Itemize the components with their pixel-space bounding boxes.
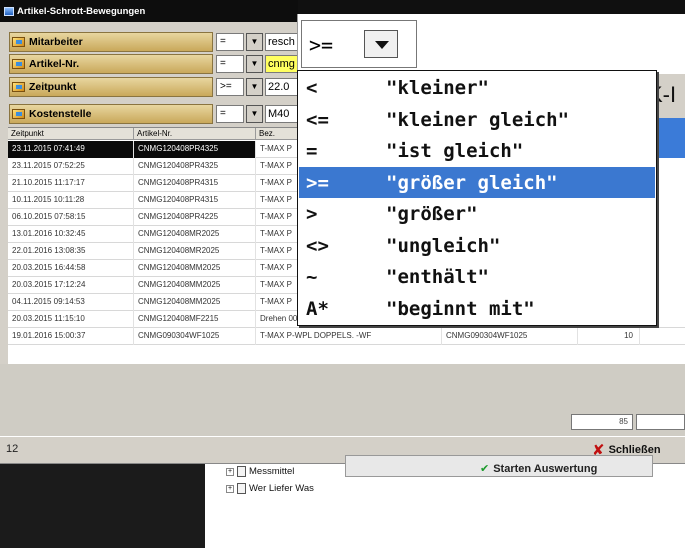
table-cell-zeit: 13.01.2016 10:32:45 (8, 226, 134, 243)
record-count: 85 (571, 414, 633, 430)
tree-item[interactable]: + Wer Liefer Was (226, 483, 314, 494)
filter-icon (12, 82, 25, 92)
operator-combobox[interactable]: >= (301, 20, 417, 68)
table-cell-artikel: CNMG120408MR2025 (134, 226, 256, 243)
option-symbol: > (306, 203, 318, 225)
window-title: Artikel-Schrott-Bewegungen (17, 5, 146, 17)
dropdown-value-field[interactable] (420, 22, 685, 68)
table-cell-artikel: CNMG120408PR4325 (134, 158, 256, 175)
document-icon (237, 483, 246, 494)
filter-row-artikel: Artikel-Nr. = ▼ cnmg (9, 54, 305, 75)
table-cell-artikel: CNMG120408MM2025 (134, 294, 256, 311)
chevron-down-icon[interactable]: ▼ (246, 55, 263, 73)
option-symbol: ~ (306, 266, 318, 288)
chevron-down-icon[interactable] (364, 30, 398, 58)
operator-current-value: >= (309, 33, 334, 57)
start-analysis-button[interactable]: ✔ Starten Auswertung (480, 462, 597, 476)
option-symbol: = (306, 140, 318, 162)
filter-label: Zeitpunkt (9, 77, 213, 97)
option-label: "ungleich" (386, 234, 501, 257)
option-label: "enthält" (386, 266, 489, 288)
table-row[interactable]: 19.01.2016 15:00:37 CNMG090304WF1025 T-MAX… (8, 328, 685, 345)
table-cell-zeit: 21.10.2015 11:17:17 (8, 175, 134, 192)
filter-operator[interactable]: = (216, 55, 244, 73)
table-cell-artikel: CNMG120408PR4315 (134, 175, 256, 192)
dropdown-option[interactable]: > "größer" (299, 198, 655, 229)
document-icon (237, 466, 246, 477)
table-cell-zeit: 20.03.2015 17:12:24 (8, 277, 134, 294)
table-cell-artikel: CNMG120408PR4325 (134, 141, 256, 158)
filter-operator[interactable]: >= (216, 78, 244, 96)
option-label: "größer" (386, 203, 478, 225)
table-cell-extra: CNMG090304WF1025 (442, 328, 578, 345)
dropdown-option[interactable]: <> "ungleich" (299, 230, 655, 261)
table-cell-zeit: 04.11.2015 09:14:53 (8, 294, 134, 311)
check-icon: ✔ (480, 463, 490, 475)
option-symbol: <= (306, 108, 329, 131)
tree-item[interactable]: + Messmittel (226, 466, 294, 477)
chevron-down-icon[interactable]: ▼ (246, 105, 263, 123)
background-dark-area (0, 464, 205, 548)
chevron-down-icon[interactable]: ▼ (246, 33, 263, 51)
filter-label: Mitarbeiter (9, 32, 213, 52)
table-cell-artikel: CNMG120408MM2025 (134, 277, 256, 294)
dropdown-option[interactable]: A* "beginnt mit" (299, 293, 655, 324)
chevron-down-icon[interactable]: ▼ (246, 78, 263, 96)
dropdown-option[interactable]: = "ist gleich" (299, 135, 655, 166)
filter-row-zeitpunkt: Zeitpunkt >= ▼ 22.0 (9, 77, 305, 98)
dropdown-option[interactable]: ~ "enthält" (299, 261, 655, 292)
table-cell-zeit: 19.01.2016 15:00:37 (8, 328, 134, 345)
option-label: "ist gleich" (386, 140, 524, 162)
record-count-extra (636, 414, 685, 430)
filter-row-mitarbeiter: Mitarbeiter = ▼ resch (9, 32, 305, 53)
table-cell-zeit: 20.03.2015 11:15:10 (8, 311, 134, 328)
app-icon (4, 6, 14, 16)
option-symbol: <> (306, 234, 329, 257)
option-label: "größer gleich" (386, 171, 558, 194)
table-cell-artikel: CNMG120408MF2215 (134, 311, 256, 328)
table-cell-zeit: 23.11.2015 07:52:25 (8, 158, 134, 175)
filter-label: Artikel-Nr. (9, 54, 213, 74)
table-cell-artikel: CNMG120408PR4225 (134, 209, 256, 226)
footer-number: 12 (6, 443, 19, 455)
option-label: "kleiner" (386, 77, 489, 99)
table-cell-zeit: 20.03.2015 16:44:58 (8, 260, 134, 277)
table-cell-artikel: CNMG120408PR4315 (134, 192, 256, 209)
column-header-artikel[interactable]: Artikel-Nr. (134, 128, 256, 140)
filter-icon (12, 37, 25, 47)
table-cell-artikel: CNMG120408MR2025 (134, 243, 256, 260)
top-dark-strip (298, 0, 685, 14)
option-label: "beginnt mit" (386, 297, 535, 320)
filter-icon (12, 109, 25, 119)
expand-icon: + (226, 484, 234, 493)
table-cell-zeit: 22.01.2016 13:08:35 (8, 243, 134, 260)
filter-row-kostenstelle: Kostenstelle = ▼ M40 (9, 104, 305, 125)
option-symbol: >= (306, 171, 329, 194)
operator-dropdown-list[interactable]: < "kleiner" <= "kleiner gleich" = "ist gleich… (297, 70, 657, 326)
option-symbol: < (306, 77, 318, 99)
table-cell-bez: T-MAX P-WPL DOPPELS. -WF (256, 328, 442, 345)
option-symbol: A* (306, 297, 329, 320)
dropdown-option[interactable]: < "kleiner" (299, 72, 655, 103)
window-titlebar: Artikel-Schrott-Bewegungen (0, 0, 298, 22)
table-cell-zeit: 10.11.2015 10:11:28 (8, 192, 134, 209)
table-cell-zeit: 23.11.2015 07:41:49 (8, 141, 134, 158)
option-label: "kleiner gleich" (386, 108, 570, 131)
filter-operator[interactable]: = (216, 33, 244, 51)
column-header-zeitpunkt[interactable]: Zeitpunkt (8, 128, 134, 140)
dropdown-option[interactable]: >= "größer gleich" (299, 166, 655, 198)
expand-icon: + (226, 467, 234, 476)
table-cell-artikel: CNMG120408MM2025 (134, 260, 256, 277)
dropdown-option[interactable]: <= "kleiner gleich" (299, 104, 655, 135)
table-cell-num: 10 (578, 328, 640, 345)
table-cell-artikel: CNMG090304WF1025 (134, 328, 256, 345)
table-cell-zeit: 06.10.2015 07:58:15 (8, 209, 134, 226)
filter-icon (12, 59, 25, 69)
filter-operator[interactable]: = (216, 105, 244, 123)
filter-label: Kostenstelle (9, 104, 213, 124)
